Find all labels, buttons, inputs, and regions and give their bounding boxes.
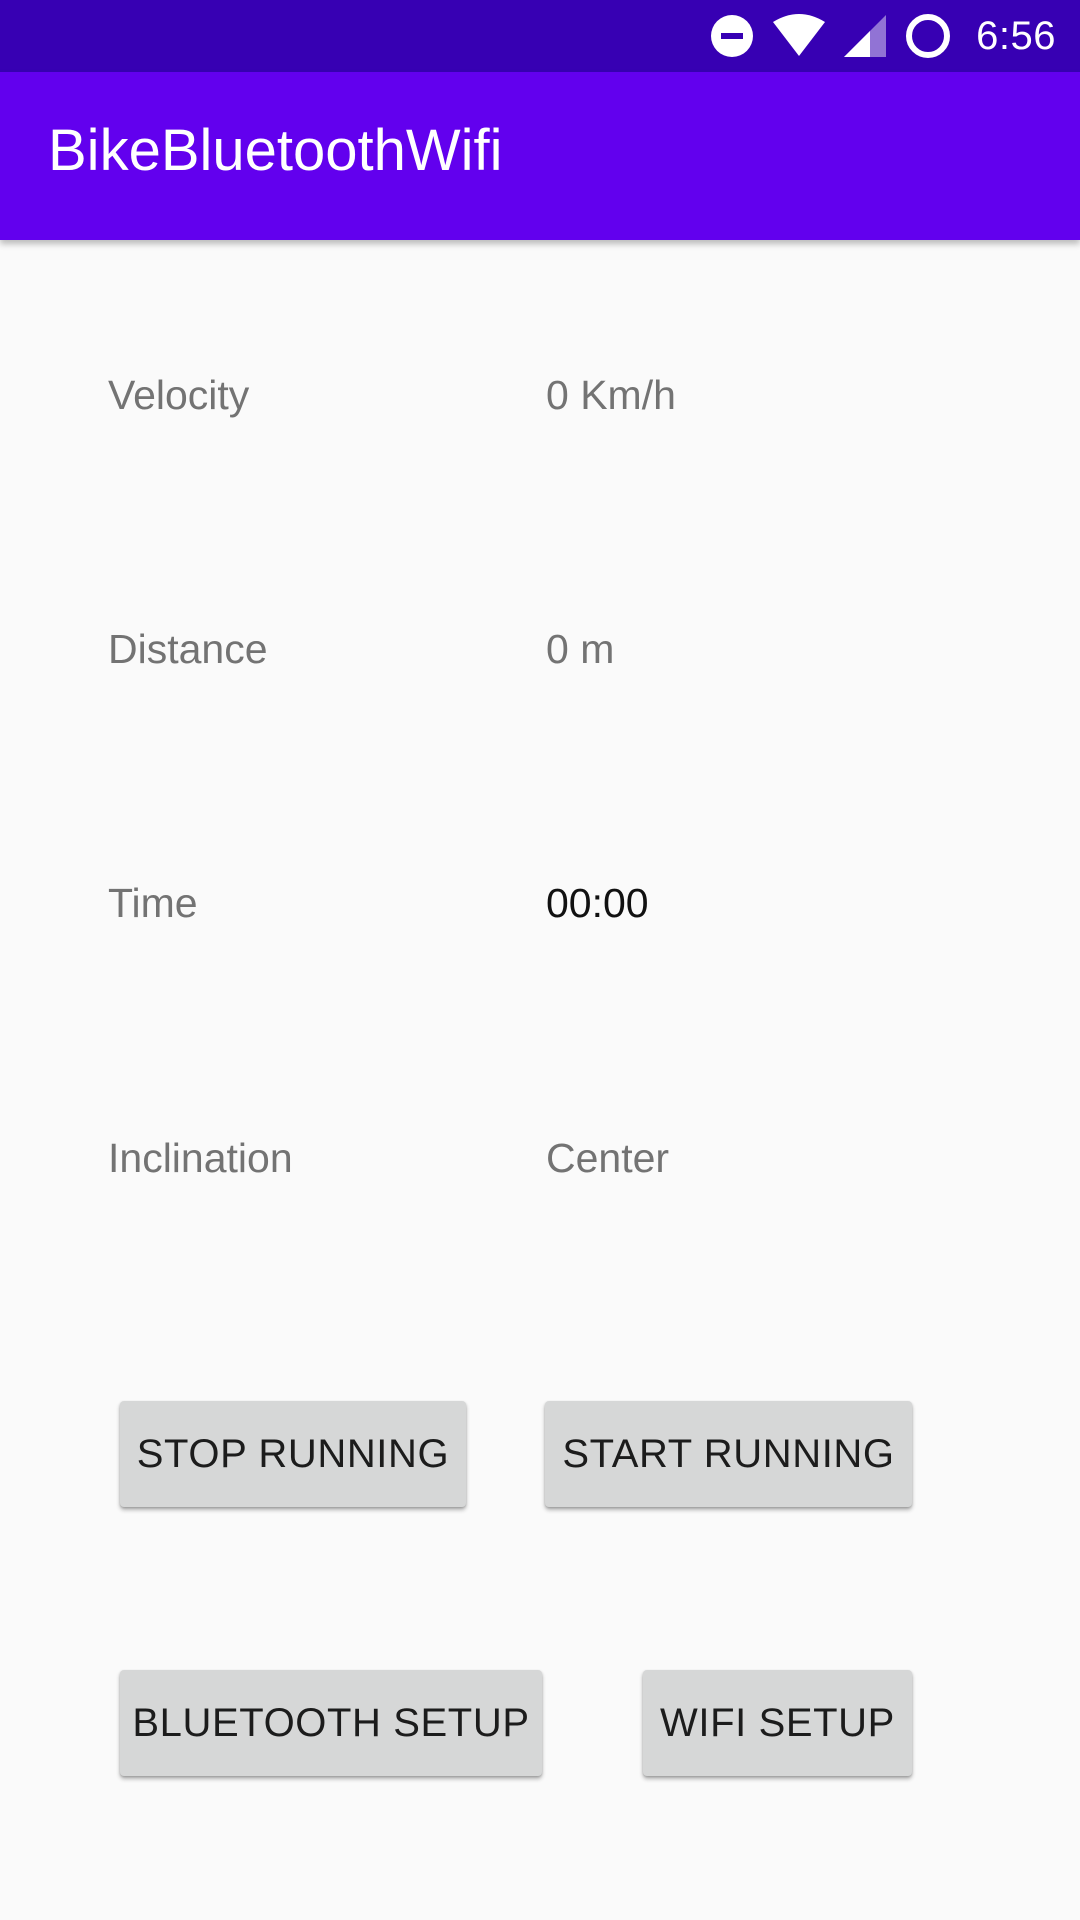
status-bar: 6:56 (0, 0, 1080, 72)
inclination-row: Inclination Center (0, 1118, 1080, 1198)
stop-running-button[interactable]: STOP RUNNING (120, 1401, 466, 1507)
battery-saver-icon (904, 12, 952, 60)
status-time: 6:56 (976, 13, 1056, 58)
app-title: BikeBluetoothWifi (48, 118, 503, 183)
velocity-row: Velocity 0 Km/h (0, 355, 1080, 435)
inclination-label: Inclination (108, 1135, 293, 1181)
inclination-value: Center (546, 1135, 670, 1181)
distance-value: 0 m (546, 626, 615, 672)
distance-label: Distance (108, 626, 268, 672)
time-label: Time (108, 880, 198, 926)
wifi-icon (772, 14, 826, 58)
do-not-disturb-icon (710, 14, 754, 58)
status-icons: 6:56 (710, 0, 1056, 72)
time-value: 00:00 (546, 880, 649, 926)
distance-row: Distance 0 m (0, 609, 1080, 689)
start-running-button[interactable]: START RUNNING (545, 1401, 912, 1507)
velocity-value: 0 Km/h (546, 372, 676, 418)
time-row: Time 00:00 (0, 863, 1080, 943)
cellular-signal-icon (844, 15, 887, 57)
app-bar: BikeBluetoothWifi (0, 72, 1080, 240)
bluetooth-setup-button[interactable]: BLUETOOTH SETUP (120, 1670, 542, 1776)
wifi-setup-button[interactable]: WIFI SETUP (643, 1670, 912, 1776)
velocity-label: Velocity (108, 372, 250, 418)
